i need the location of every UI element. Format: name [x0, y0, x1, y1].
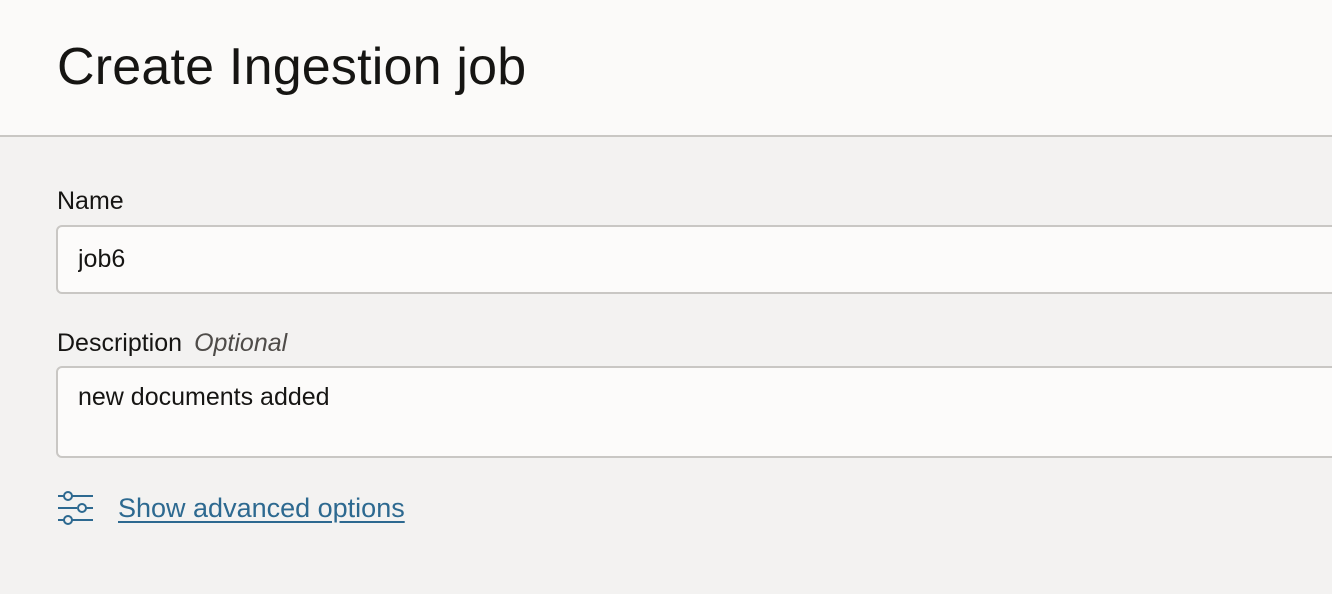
- page-header: Create Ingestion job: [0, 0, 1332, 137]
- description-label: Description Optional: [57, 328, 287, 358]
- name-input[interactable]: [56, 225, 1332, 294]
- name-label-text: Name: [57, 187, 124, 215]
- description-label-text: Description: [57, 329, 183, 357]
- optional-indicator: Optional: [194, 329, 288, 357]
- page-title: Create Ingestion job: [57, 38, 527, 96]
- name-label: Name: [57, 186, 124, 216]
- show-advanced-options[interactable]: Show advanced options: [57, 488, 405, 528]
- show-advanced-options-link[interactable]: Show advanced options: [118, 493, 405, 524]
- sliders-icon: [57, 490, 94, 526]
- description-textarea[interactable]: new documents added: [56, 366, 1332, 458]
